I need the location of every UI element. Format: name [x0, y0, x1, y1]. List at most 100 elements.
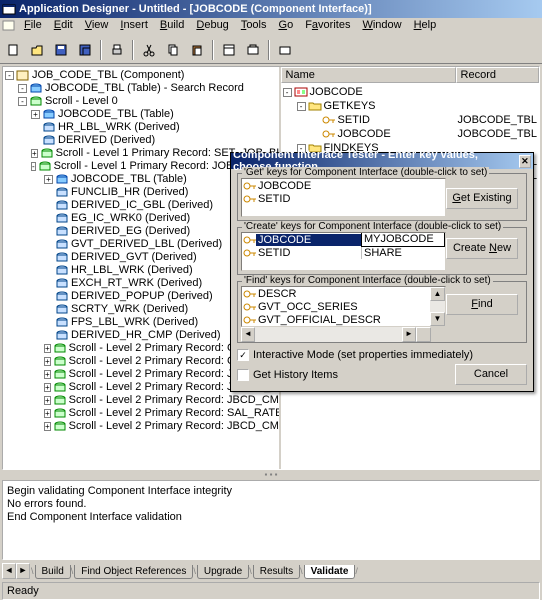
menu-window[interactable]: Window — [356, 18, 407, 32]
der-icon — [55, 317, 69, 329]
expander-icon[interactable]: + — [31, 149, 38, 158]
expander-icon[interactable]: + — [44, 370, 51, 379]
col-record[interactable]: Record — [456, 67, 539, 83]
tab-find-object-references[interactable]: Find Object References — [74, 565, 193, 579]
menu-go[interactable]: Go — [273, 18, 300, 32]
tree-label: Scroll - Level 0 — [45, 95, 118, 108]
expander-icon[interactable]: + — [31, 110, 40, 119]
build-button[interactable] — [242, 39, 264, 61]
key-name: JOBCODE — [256, 234, 361, 246]
tab-build[interactable]: Build — [35, 565, 71, 579]
key-value[interactable]: SHARE — [361, 247, 445, 259]
tree-label: HR_LBL_WRK (Derived) — [58, 121, 180, 134]
menu-tools[interactable]: Tools — [235, 18, 273, 32]
expander-icon[interactable]: + — [44, 422, 51, 431]
menu-help[interactable]: Help — [408, 18, 443, 32]
get-keys-grid[interactable]: JOBCODESETID — [241, 178, 446, 217]
horizontal-scrollbar[interactable]: ◄ ► — [241, 327, 431, 342]
tab-results[interactable]: Results — [253, 565, 300, 579]
col-name[interactable]: Name — [281, 67, 456, 83]
grid-row[interactable]: GVT_OFFICIAL_DESCR — [242, 313, 430, 326]
open-button[interactable] — [26, 39, 48, 61]
save-button[interactable] — [50, 39, 72, 61]
menu-favorites[interactable]: Favorites — [299, 18, 356, 32]
tree-row[interactable]: +Scroll - Level 2 Primary Record: JBCD_C… — [5, 394, 277, 407]
key-value[interactable]: MYJOBCODE — [361, 233, 445, 247]
splitter-handle[interactable]: ▪ ▪ ▪ — [0, 470, 542, 478]
tree-row[interactable]: JOBCODEJOBCODE_TBL — [283, 127, 537, 141]
grid-row[interactable]: JOBCODE — [242, 179, 445, 192]
tree-label: DERIVED_GVT (Derived) — [71, 251, 197, 264]
find-button[interactable]: Find — [446, 294, 518, 315]
tab-validate[interactable]: Validate — [304, 565, 356, 579]
menu-debug[interactable]: Debug — [190, 18, 234, 32]
grid-row[interactable]: DESCR — [242, 287, 430, 300]
expander-icon[interactable]: + — [44, 383, 51, 392]
copy-button[interactable] — [162, 39, 184, 61]
expander-icon[interactable]: + — [44, 175, 53, 184]
create-keys-grid[interactable]: JOBCODEMYJOBCODESETIDSHARE — [241, 232, 446, 271]
get-existing-button[interactable]: Get Existing — [446, 188, 518, 209]
expander-icon[interactable]: + — [44, 357, 51, 366]
checkbox-icon[interactable]: ✓ — [237, 349, 249, 361]
tree-row[interactable]: SETIDJOBCODE_TBL — [283, 113, 537, 127]
titlebar: Application Designer - Untitled - [JOBCO… — [0, 0, 542, 18]
grid-row[interactable]: GVT_OCC_SERIES — [242, 300, 430, 313]
key-icon — [242, 301, 256, 313]
key-icon — [322, 114, 336, 126]
expander-icon[interactable]: - — [283, 88, 292, 97]
tbl-icon — [55, 174, 69, 186]
print-button[interactable] — [106, 39, 128, 61]
scroll-up-icon[interactable]: ▲ — [430, 287, 445, 301]
tree-row[interactable]: -JOB_CODE_TBL (Component) — [5, 69, 277, 82]
tree-row[interactable]: DERIVED (Derived) — [5, 134, 277, 147]
grid-row[interactable]: JOBCODEMYJOBCODE — [242, 233, 445, 246]
menu-insert[interactable]: Insert — [114, 18, 154, 32]
tree-row[interactable]: -JOBCODE — [283, 85, 537, 99]
tree-row[interactable]: - Scroll - Level 0 — [5, 95, 277, 108]
expander-icon[interactable]: - — [18, 97, 27, 106]
checkbox-icon[interactable] — [237, 369, 249, 381]
expander-icon[interactable]: + — [44, 409, 51, 418]
vertical-scrollbar[interactable]: ▲ ▼ — [430, 287, 445, 326]
tab-upgrade[interactable]: Upgrade — [197, 565, 249, 579]
cancel-button[interactable]: Cancel — [455, 364, 527, 385]
menu-view[interactable]: View — [79, 18, 115, 32]
interactive-mode-checkbox[interactable]: ✓ Interactive Mode (set properties immed… — [237, 349, 527, 361]
paste-button[interactable] — [186, 39, 208, 61]
menu-edit[interactable]: Edit — [48, 18, 79, 32]
scroll-left-icon[interactable]: ◄ — [241, 327, 255, 342]
tree-row[interactable]: HR_LBL_WRK (Derived) — [5, 121, 277, 134]
scroll-right-icon[interactable]: ► — [402, 327, 416, 342]
new-button[interactable] — [2, 39, 24, 61]
der-icon — [55, 213, 69, 225]
scroll-down-icon[interactable]: ▼ — [430, 312, 445, 326]
tree-row[interactable]: +Scroll - Level 2 Primary Record: SAL_RA… — [5, 407, 277, 420]
create-new-button[interactable]: Create New — [446, 238, 518, 259]
history-items-checkbox[interactable]: Get History Items — [237, 369, 455, 381]
expander-icon[interactable]: + — [44, 396, 51, 405]
expander-icon[interactable]: - — [18, 84, 27, 93]
tree-row[interactable]: +Scroll - Level 2 Primary Record: JBCD_C… — [5, 420, 277, 433]
expander-icon[interactable]: + — [44, 344, 51, 353]
properties-button[interactable] — [218, 39, 240, 61]
tree-row[interactable]: +JOBCODE_TBL (Table) — [5, 108, 277, 121]
grid-row[interactable]: SETIDSHARE — [242, 246, 445, 259]
menu-file[interactable]: File — [18, 18, 48, 32]
close-icon[interactable]: ✕ — [519, 155, 531, 168]
tree-row[interactable]: -GETKEYS — [283, 99, 537, 113]
expander-icon[interactable]: - — [5, 71, 14, 80]
cut-button[interactable] — [138, 39, 160, 61]
save-project-button[interactable] — [74, 39, 96, 61]
find-keys-grid[interactable]: DESCRGVT_OCC_SERIESGVT_OFFICIAL_DESCR ▲ … — [241, 286, 446, 327]
tree-row[interactable]: -JOBCODE_TBL (Table) - Search Record — [5, 82, 277, 95]
scroll-icon — [38, 161, 52, 173]
expander-icon[interactable]: - — [297, 102, 306, 111]
tree-label: SETID — [338, 114, 370, 126]
grid-row[interactable]: SETID — [242, 192, 445, 205]
expander-icon[interactable]: - — [31, 162, 36, 171]
tab-next-icon[interactable]: ► — [16, 563, 30, 579]
tab-prev-icon[interactable]: ◄ — [2, 563, 16, 579]
menu-build[interactable]: Build — [154, 18, 190, 32]
validate-button[interactable] — [274, 39, 296, 61]
